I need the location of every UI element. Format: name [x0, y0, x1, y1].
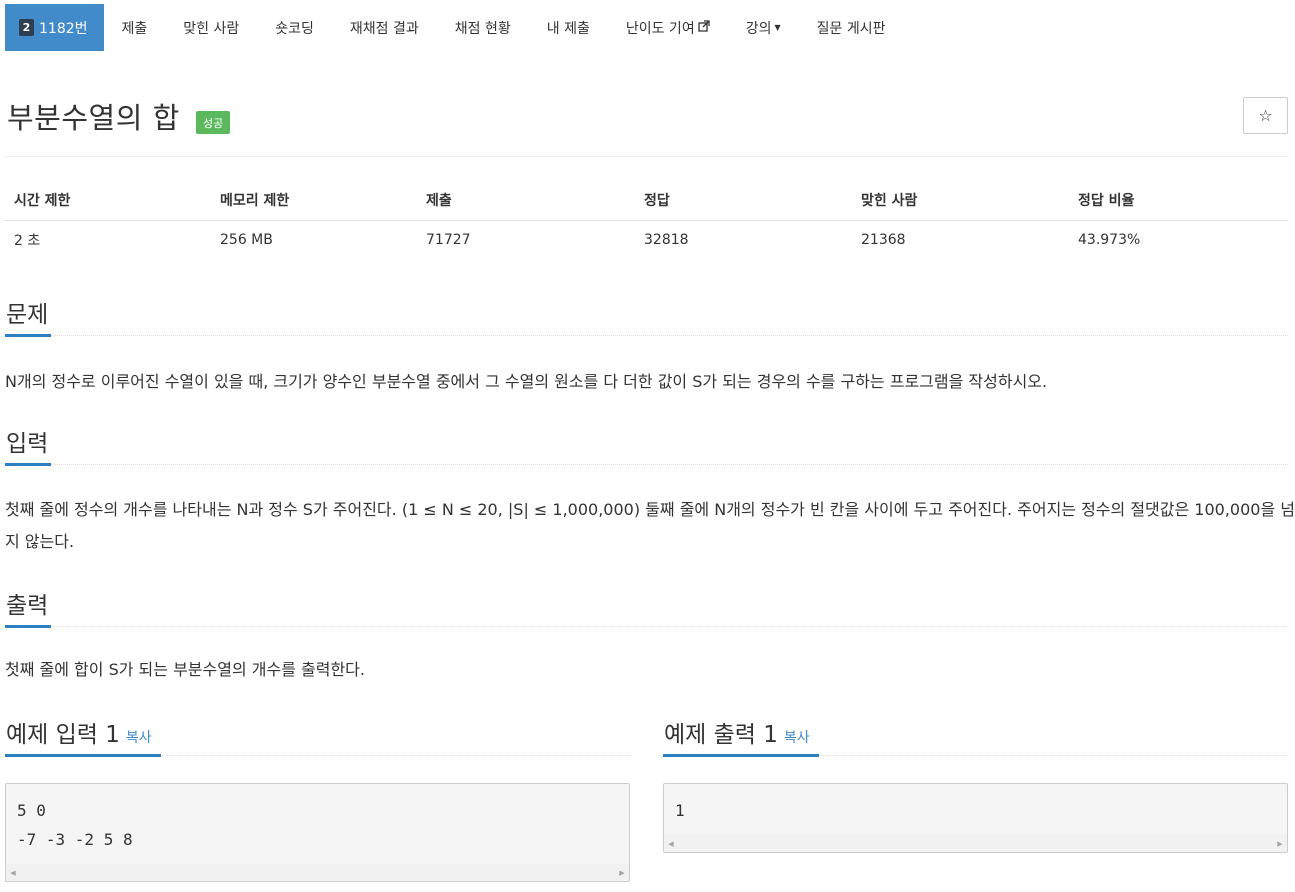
caret-down-icon: ▼ [774, 23, 781, 32]
header-accept-ratio: 정답 비율 [1069, 180, 1288, 221]
description-text: N개의 정수로 이루어진 수열이 있을 때, 크기가 양수인 부분수열 중에서 … [5, 372, 1048, 391]
description-title: 문제 [6, 302, 49, 328]
star-icon: ☆ [1258, 106, 1273, 125]
sample-output-title: 예제 출력 1 복사 [664, 715, 810, 749]
nav-submit[interactable]: 제출 [104, 4, 166, 51]
nav-difficulty-label: 난이도 기여 [625, 20, 695, 37]
favorite-button[interactable]: ☆ [1243, 97, 1288, 134]
sample-output-underline [663, 754, 819, 757]
value-time-limit: 2 초 [14, 233, 41, 250]
description-section-header: 문제 [5, 296, 1288, 337]
output-text: 첫째 줄에 합이 S가 되는 부분수열의 개수를 출력한다. [5, 660, 365, 679]
input-section-header: 입력 [5, 425, 1288, 466]
nav-problem[interactable]: 2 1182번 [5, 4, 104, 51]
header-time-limit: 시간 제한 [5, 180, 211, 221]
header-memory-limit: 메모리 제한 [211, 180, 417, 221]
output-underline [5, 625, 51, 628]
sample-input-code: 5 0 -7 -3 -2 5 8 [17, 801, 133, 849]
status-badge: 성공 [196, 111, 231, 134]
value-submissions: 71727 [426, 232, 471, 249]
scroll-right-icon[interactable]: ▶ [615, 864, 629, 881]
sample-input-box[interactable]: 5 0 -7 -3 -2 5 8 ◀ ▶ [5, 783, 630, 882]
sample-output-header: 예제 출력 1 복사 [663, 715, 1288, 757]
nav-judge-status[interactable]: 채점 현황 [437, 4, 529, 51]
nav-solved-users[interactable]: 맞힌 사람 [165, 4, 257, 51]
nav-rejudge[interactable]: 재채점 결과 [332, 4, 437, 51]
sample-input-header: 예제 입력 1 복사 [5, 715, 631, 757]
value-accept-ratio: 43.973% [1078, 232, 1141, 249]
scroll-left-icon[interactable]: ◀ [6, 864, 20, 881]
problem-info-table: 시간 제한 메모리 제한 제출 정답 맞힌 사람 정답 비율 2 초 256 M… [5, 180, 1288, 260]
sample-input-title: 예제 입력 1 복사 [6, 715, 152, 749]
nav-lecture-label: 강의 [745, 20, 772, 37]
description-underline [5, 334, 51, 337]
nav-difficulty[interactable]: 난이도 기여 [608, 4, 728, 51]
value-memory-limit: 256 MB [220, 232, 273, 249]
sample-input-scrollbar[interactable]: ◀ ▶ [6, 864, 629, 881]
header-submissions: 제출 [417, 180, 635, 221]
sample-input-title-text: 예제 입력 1 [6, 722, 120, 748]
output-section-header: 출력 [5, 587, 1288, 628]
sample-output-code: 1 [675, 801, 685, 820]
sample-output-box[interactable]: 1 ◀ ▶ [663, 783, 1288, 853]
scroll-right-icon[interactable]: ▶ [1273, 835, 1287, 852]
sample-output-title-text: 예제 출력 1 [664, 722, 778, 748]
nav-my-submissions[interactable]: 내 제출 [529, 4, 608, 51]
input-title: 입력 [6, 431, 49, 457]
scroll-left-icon[interactable]: ◀ [664, 835, 678, 852]
sample-output-scrollbar[interactable]: ◀ ▶ [664, 835, 1287, 852]
copy-sample-output-link[interactable]: 복사 [784, 730, 810, 746]
header-accepted: 정답 [635, 180, 852, 221]
problem-header: 부분수열의 합 성공 ☆ [5, 95, 1288, 157]
header-solved-users: 맞힌 사람 [852, 180, 1069, 221]
copy-sample-input-link[interactable]: 복사 [126, 730, 152, 746]
external-link-icon [698, 20, 710, 35]
nav-short-coding[interactable]: 숏코딩 [257, 4, 332, 51]
level-badge-icon: 2 [19, 19, 34, 36]
nav-board[interactable]: 질문 게시판 [799, 4, 904, 51]
nav-problem-label: 1182번 [39, 20, 88, 37]
nav-lecture-dropdown[interactable]: 강의 ▼ [728, 4, 799, 51]
sample-input-underline [5, 754, 161, 757]
page-title: 부분수열의 합 [7, 101, 180, 135]
info-value-row: 2 초 256 MB 71727 32818 21368 43.973% [5, 220, 1288, 260]
info-header-row: 시간 제한 메모리 제한 제출 정답 맞힌 사람 정답 비율 [5, 180, 1288, 221]
input-underline [5, 463, 51, 466]
value-solved-users: 21368 [861, 232, 906, 249]
input-text: 첫째 줄에 정수의 개수를 나타내는 N과 정수 S가 주어진다. (1 ≤ N… [5, 500, 1295, 551]
value-accepted: 32818 [644, 232, 689, 249]
output-title: 출력 [6, 593, 49, 619]
problem-nav: 2 1182번 제출 맞힌 사람 숏코딩 재채점 결과 채점 현황 내 제출 난… [5, 4, 903, 51]
